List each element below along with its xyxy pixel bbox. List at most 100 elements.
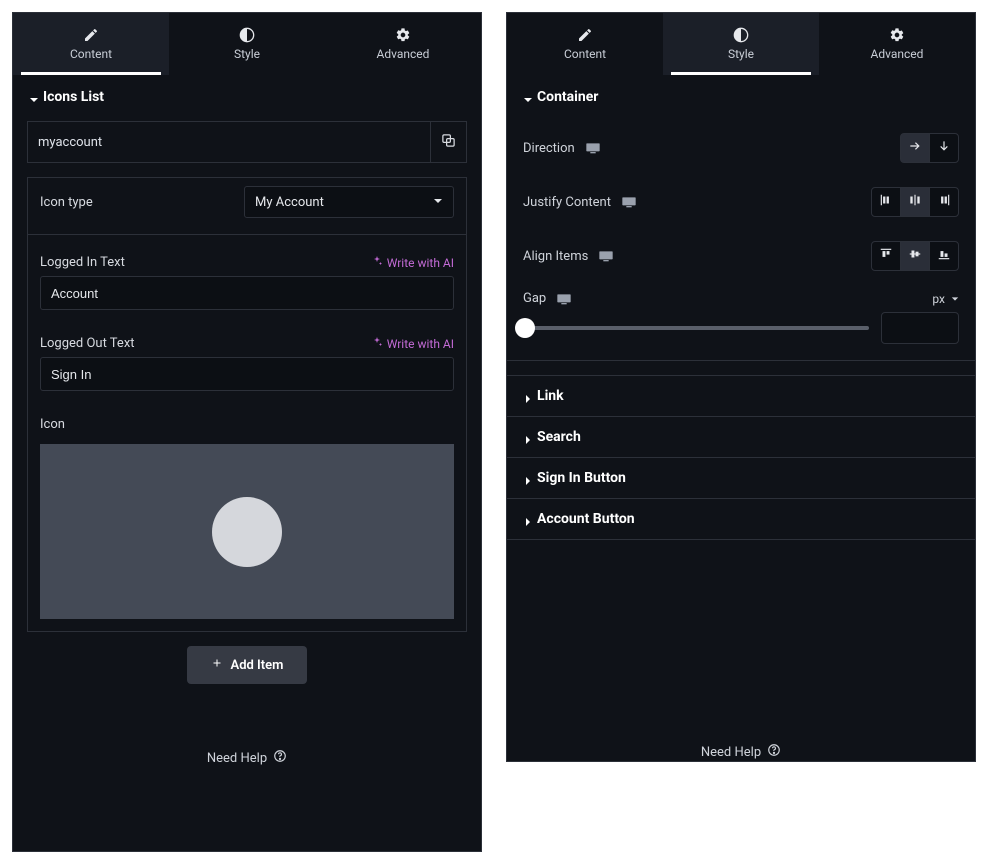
arrow-down-icon — [937, 139, 951, 157]
icon-preview[interactable] — [40, 444, 454, 619]
direction-column-button[interactable] — [929, 133, 959, 163]
icons-list-body: myaccount Icon type My Account — [13, 117, 481, 684]
icon-type-select[interactable]: My Account — [244, 186, 454, 218]
logged-in-label: Logged In Text — [40, 255, 125, 270]
gap-unit-select[interactable]: px — [932, 292, 959, 306]
duplicate-button[interactable] — [430, 122, 466, 162]
justify-label: Justify Content — [523, 195, 611, 210]
tab-advanced[interactable]: Advanced — [325, 13, 481, 75]
style-panel: Content Style Advanced Container — [506, 12, 976, 762]
icon-placeholder-circle — [212, 497, 282, 567]
align-center-icon — [908, 247, 922, 265]
align-center-button[interactable] — [900, 241, 930, 271]
list-item: myaccount — [27, 121, 467, 163]
tab-advanced-label: Advanced — [377, 47, 430, 61]
write-with-ai-label: Write with AI — [387, 337, 454, 351]
gear-icon — [889, 27, 905, 43]
write-with-ai-button[interactable]: Write with AI — [371, 255, 454, 270]
chevron-down-icon — [29, 93, 37, 101]
sign-in-section-header[interactable]: Sign In Button — [507, 457, 975, 498]
direction-toggle — [901, 133, 959, 163]
tab-style[interactable]: Style — [663, 13, 819, 75]
sparkle-icon — [371, 255, 383, 270]
help-icon — [273, 749, 287, 767]
tabs-left: Content Style Advanced — [13, 13, 481, 75]
item-name: myaccount — [38, 135, 102, 150]
container-body: Direction Justify Content — [507, 117, 975, 375]
chevron-down-icon — [523, 93, 531, 101]
content-panel: Content Style Advanced Icons List — [12, 12, 482, 852]
gap-label: Gap — [523, 291, 546, 306]
need-help-label: Need Help — [207, 751, 267, 766]
arrow-right-icon — [908, 139, 922, 157]
justify-start-button[interactable] — [871, 187, 901, 217]
desktop-icon[interactable] — [598, 250, 614, 262]
account-section-title: Account Button — [537, 511, 635, 527]
search-section-header[interactable]: Search — [507, 416, 975, 457]
justify-toggle — [872, 187, 959, 217]
pencil-icon — [577, 27, 593, 43]
chevron-right-icon — [523, 433, 531, 441]
logged-in-text-input[interactable] — [40, 276, 454, 310]
desktop-icon[interactable] — [621, 196, 637, 208]
slider-thumb[interactable] — [515, 318, 535, 338]
justify-center-icon — [908, 193, 922, 211]
link-section-title: Link — [537, 388, 564, 404]
tab-content[interactable]: Content — [507, 13, 663, 75]
container-header[interactable]: Container — [507, 75, 975, 117]
desktop-icon[interactable] — [585, 142, 601, 154]
tab-advanced-label: Advanced — [871, 47, 924, 61]
justify-center-button[interactable] — [900, 187, 930, 217]
pencil-icon — [83, 27, 99, 43]
logged-out-label: Logged Out Text — [40, 336, 135, 351]
link-section-header[interactable]: Link — [507, 375, 975, 416]
account-section-header[interactable]: Account Button — [507, 498, 975, 540]
align-end-button[interactable] — [929, 241, 959, 271]
divider — [507, 360, 975, 361]
need-help-link[interactable]: Need Help — [13, 721, 481, 851]
icons-list-header[interactable]: Icons List — [13, 75, 481, 117]
tab-style[interactable]: Style — [169, 13, 325, 75]
chevron-down-icon — [433, 195, 443, 210]
tab-content-label: Content — [70, 47, 112, 61]
plus-icon — [211, 657, 223, 673]
align-start-icon — [879, 247, 893, 265]
icon-type-label: Icon type — [40, 195, 93, 210]
sparkle-icon — [371, 336, 383, 351]
tab-content[interactable]: Content — [13, 13, 169, 75]
direction-row-button[interactable] — [900, 133, 930, 163]
need-help-label: Need Help — [701, 745, 761, 760]
container-title: Container — [537, 89, 598, 105]
logged-out-text-input[interactable] — [40, 357, 454, 391]
add-item-button[interactable]: Add Item — [187, 646, 307, 684]
write-with-ai-button[interactable]: Write with AI — [371, 336, 454, 351]
tab-style-label: Style — [728, 47, 754, 61]
item-editor: Icon type My Account Logged In Text — [27, 177, 467, 632]
justify-end-button[interactable] — [929, 187, 959, 217]
align-label: Align Items — [523, 249, 588, 264]
align-start-button[interactable] — [871, 241, 901, 271]
tab-advanced[interactable]: Advanced — [819, 13, 975, 75]
help-icon — [767, 743, 781, 761]
align-toggle — [872, 241, 959, 271]
icon-type-value: My Account — [255, 195, 324, 210]
gap-number-input[interactable] — [881, 312, 959, 344]
chevron-down-icon — [951, 292, 959, 306]
align-end-icon — [937, 247, 951, 265]
justify-end-icon — [937, 193, 951, 211]
chevron-right-icon — [523, 515, 531, 523]
icons-list-title: Icons List — [43, 89, 104, 105]
search-section-title: Search — [537, 429, 581, 445]
tabs-right: Content Style Advanced — [507, 13, 975, 75]
icon-label: Icon — [40, 417, 65, 432]
copy-icon — [441, 133, 456, 152]
add-item-label: Add Item — [231, 658, 284, 673]
need-help-link[interactable]: Need Help — [507, 701, 975, 761]
tab-content-label: Content — [564, 47, 606, 61]
contrast-icon — [239, 27, 255, 43]
gap-slider[interactable] — [523, 326, 869, 330]
justify-start-icon — [879, 193, 893, 211]
sign-in-section-title: Sign In Button — [537, 470, 626, 486]
desktop-icon[interactable] — [556, 293, 572, 305]
chevron-right-icon — [523, 474, 531, 482]
